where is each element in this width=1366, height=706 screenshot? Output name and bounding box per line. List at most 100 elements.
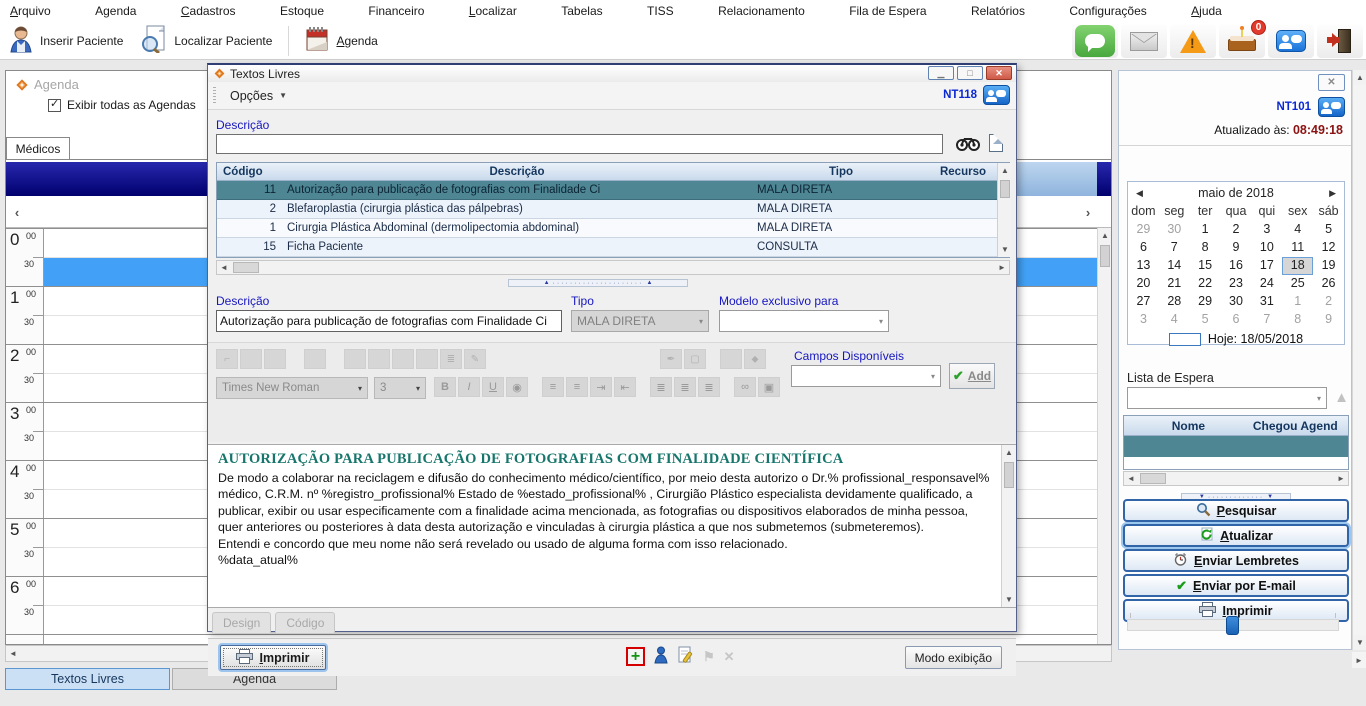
menu-fila-de-espera[interactable]: Fila de Espera (849, 4, 926, 18)
user-record-icon[interactable] (654, 646, 669, 667)
display-mode-button[interactable]: Modo exibição (905, 646, 1002, 669)
insert-patient-button[interactable]: Inserir Paciente (0, 24, 132, 58)
edit-document-icon[interactable] (678, 646, 694, 667)
form-descricao-input[interactable] (216, 310, 562, 332)
scroll-right-icon[interactable]: ► (1334, 472, 1348, 485)
calendar-day[interactable]: 9 (1221, 239, 1252, 257)
calendar-day[interactable]: 2 (1221, 221, 1252, 239)
menu-financeiro[interactable]: Financeiro (368, 4, 424, 18)
chat-button[interactable] (1072, 24, 1118, 58)
calendar-day[interactable]: 17 (1251, 257, 1282, 275)
calendar-day[interactable]: 1 (1282, 293, 1313, 311)
table-horizontal-scrollbar[interactable]: ◄ ► (216, 260, 1010, 275)
col-nome[interactable]: Nome (1124, 419, 1253, 433)
col-recurso[interactable]: Recurso (929, 166, 997, 178)
calendar-today-row[interactable]: Hoje: 18/05/2018 (1128, 329, 1344, 346)
enviar-email-button[interactable]: ✔ Enviar por E-mail (1123, 574, 1349, 597)
calendar-prev-icon[interactable]: ◀ (1136, 188, 1143, 199)
add-text-button-highlighted[interactable]: + (626, 647, 645, 666)
menu-agenda[interactable]: Agenda (95, 4, 136, 18)
print-button[interactable]: Imprimir (220, 645, 326, 670)
calendar-day[interactable]: 8 (1282, 311, 1313, 329)
scroll-right-icon[interactable]: ► (1352, 652, 1366, 668)
tab-medicos[interactable]: Médicos (6, 137, 70, 159)
calendar-day[interactable]: 14 (1159, 257, 1190, 275)
calendar-day[interactable]: 12 (1313, 239, 1344, 257)
calendar-day[interactable]: 7 (1251, 311, 1282, 329)
contacts-button[interactable] (1268, 24, 1314, 58)
calendar-day[interactable]: 4 (1282, 221, 1313, 239)
calendar-day[interactable]: 23 (1221, 275, 1252, 293)
scroll-down-icon[interactable]: ▼ (1002, 592, 1016, 607)
table-row[interactable]: 11 Autorização para publicação de fotogr… (217, 181, 997, 200)
tab-textos-livres[interactable]: Textos Livres (5, 668, 170, 690)
form-modelo-select[interactable]: ▾ (719, 310, 889, 332)
table-header[interactable]: Código Descrição Tipo Recurso (217, 163, 997, 181)
scrollbar-thumb[interactable] (1000, 180, 1010, 198)
waitlist-horizontal-scrollbar[interactable]: ◄ ► (1123, 471, 1349, 486)
calendar-day[interactable]: 16 (1221, 257, 1252, 275)
add-field-button[interactable]: ✔Add (949, 363, 995, 389)
pesquisar-button[interactable]: Pesquisar (1123, 499, 1349, 522)
scroll-right-icon[interactable]: ► (995, 261, 1009, 274)
scrollbar-thumb[interactable] (233, 262, 259, 273)
menu-relatorios[interactable]: Relatórios (971, 4, 1025, 18)
calendar-day[interactable]: 9 (1313, 311, 1344, 329)
calendar-day[interactable]: 26 (1313, 275, 1344, 293)
waitlist-selected-row[interactable] (1124, 436, 1348, 457)
calendar-day[interactable]: 20 (1128, 275, 1159, 293)
calendar-day[interactable]: 6 (1128, 239, 1159, 257)
menu-tabelas[interactable]: Tabelas (561, 4, 602, 18)
menu-ajuda[interactable]: Ajuda (1191, 4, 1222, 18)
scrollbar-thumb[interactable] (1004, 462, 1014, 488)
col-tipo[interactable]: Tipo (753, 166, 929, 178)
scroll-up-icon[interactable]: ▲ (998, 163, 1012, 178)
campos-select[interactable]: ▾ (791, 365, 941, 387)
scrollbar-thumb[interactable] (1100, 245, 1110, 267)
agenda-vertical-scrollbar[interactable]: ▲ (1097, 228, 1111, 644)
calendar-day[interactable]: 27 (1128, 293, 1159, 311)
mail-button[interactable] (1121, 24, 1167, 58)
minimize-button[interactable]: ▁ (928, 66, 954, 80)
search-input[interactable] (216, 134, 943, 154)
table-vertical-scrollbar[interactable]: ▲ ▼ (997, 163, 1011, 257)
scroll-up-icon[interactable]: ▲ (1002, 445, 1016, 460)
calendar-day[interactable]: 11 (1282, 239, 1313, 257)
menu-localizar[interactable]: Localizar (469, 4, 517, 18)
menu-tiss[interactable]: TISS (647, 4, 674, 18)
calendar-day[interactable]: 5 (1313, 221, 1344, 239)
calendar-day[interactable]: 21 (1159, 275, 1190, 293)
scroll-left-icon[interactable]: ◄ (6, 646, 20, 661)
show-all-checkbox[interactable] (48, 99, 61, 112)
slider-thumb[interactable] (1226, 616, 1239, 635)
scroll-left-icon[interactable]: ◄ (217, 261, 231, 274)
zoom-slider[interactable] (1127, 619, 1339, 631)
calendar-day[interactable]: 10 (1251, 239, 1282, 257)
scroll-down-icon[interactable]: ▼ (1353, 635, 1366, 650)
calendar-day[interactable]: 29 (1190, 293, 1221, 311)
table-row[interactable]: 1 Cirurgia Plástica Abdominal (dermolipe… (217, 219, 997, 238)
calendar-day[interactable]: 24 (1251, 275, 1282, 293)
scrollbar-thumb[interactable] (1140, 473, 1166, 484)
scroll-up-icon[interactable]: ▲ (1098, 228, 1112, 243)
search-binoculars-icon[interactable] (956, 135, 980, 154)
support-chat-icon[interactable] (983, 85, 1010, 105)
menu-cadastros[interactable]: Cadastros (181, 4, 236, 18)
calendar-day[interactable]: 7 (1159, 239, 1190, 257)
calendar-day[interactable]: 30 (1221, 293, 1252, 311)
agenda-next-button[interactable]: › (1081, 200, 1095, 224)
calendar-day-selected[interactable]: 18 (1282, 257, 1313, 275)
calendar-day[interactable]: 3 (1128, 311, 1159, 329)
new-document-icon[interactable] (989, 134, 1003, 152)
close-button[interactable]: ✕ (986, 66, 1012, 80)
exit-button[interactable] (1317, 24, 1363, 58)
calendar-day[interactable]: 13 (1128, 257, 1159, 275)
support-chat-icon[interactable] (1318, 97, 1345, 117)
dialog-titlebar[interactable]: Textos Livres ▁ □ ✕ (208, 65, 1016, 82)
col-descricao[interactable]: Descrição (281, 166, 753, 178)
calendar-day[interactable]: 5 (1190, 311, 1221, 329)
locate-patient-button[interactable]: Localizar Paciente (132, 24, 281, 58)
calendar-day[interactable]: 15 (1190, 257, 1221, 275)
waitlist-select[interactable]: ▾ (1127, 387, 1327, 409)
collapse-triangle-icon[interactable]: ▲ (1334, 389, 1349, 406)
